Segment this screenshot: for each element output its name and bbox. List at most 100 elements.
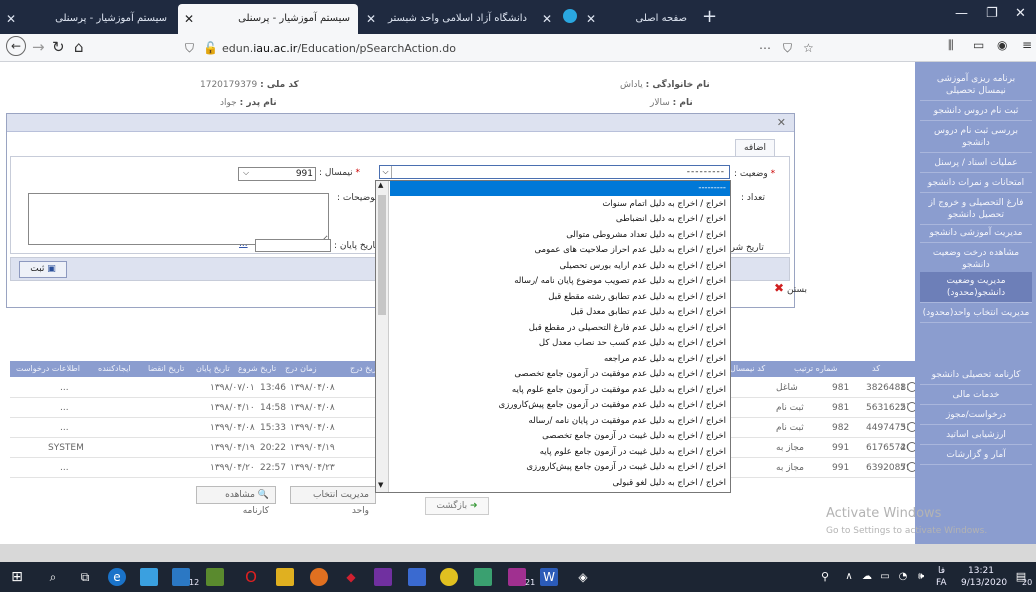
close-tab-icon[interactable]: ✕ — [6, 4, 16, 34]
browser-tab-2[interactable]: ✕ سیستم آموزشیار - پرسنلی — [178, 4, 358, 34]
language-fa[interactable]: فا — [938, 566, 945, 576]
close-tab-icon[interactable]: ✕ — [542, 4, 552, 34]
address-bar[interactable]: ⛉ 🔓 edun.iau.ac.ir/Education/pSearchActi… — [178, 37, 814, 59]
chrome-icon[interactable] — [440, 568, 458, 586]
reload-icon[interactable]: ↻ — [52, 38, 65, 56]
sidebar-item-status-management[interactable]: مدیریت وضعیت دانشجو(محدود) — [920, 272, 1032, 303]
sidebar-item-transcript[interactable]: کارنامه تحصیلی دانشجو — [920, 366, 1032, 385]
close-dialog-button[interactable]: بستن ✖ — [774, 281, 807, 295]
back-arrow-icon[interactable]: ← — [6, 36, 26, 56]
dropdown-option[interactable]: اخراج / اخراج به دلیل عدم احراز صلاحیت ه… — [390, 243, 730, 258]
network-app-icon[interactable] — [172, 568, 190, 586]
network-icon[interactable]: ▭ — [876, 568, 894, 586]
sidebar-item-student-management[interactable]: مدیریت آموزشی دانشجو — [920, 224, 1032, 243]
sidebar-item-course-registration[interactable]: ثبت نام دروس دانشجو — [920, 102, 1032, 121]
dropdown-option[interactable]: اخراج / اخراج به دلیل اتمام سنوات — [390, 197, 730, 212]
people-icon[interactable]: ⚲ — [816, 568, 834, 586]
end-date-input[interactable] — [255, 239, 331, 252]
pocket-icon[interactable]: ⛉ — [783, 41, 792, 56]
opera-icon[interactable]: O — [242, 568, 260, 586]
close-window-icon[interactable]: ✕ — [1015, 6, 1026, 21]
dropdown-option[interactable]: اخراج / اخراج به دلیل عدم تطابق معدل قبل — [390, 305, 730, 320]
sidebar-item-review-registration[interactable]: بررسی ثبت نام دروس دانشجو — [920, 122, 1032, 153]
dropdown-scrollbar[interactable]: ▲ ▼ — [376, 181, 389, 492]
firefox-icon[interactable] — [310, 568, 328, 586]
app-icon[interactable] — [474, 568, 492, 586]
dropdown-option[interactable]: اخراج / اخراج به دلیل عدم موفقیت در پایا… — [390, 414, 730, 429]
close-tab-icon[interactable]: ✕ — [586, 4, 596, 34]
app-icon[interactable] — [408, 568, 426, 586]
dropdown-option[interactable]: اخراج / اخراج به دلیل انضباطی — [390, 212, 730, 227]
insecure-lock-icon[interactable]: 🔓 — [203, 41, 218, 55]
close-icon[interactable]: ✕ — [777, 116, 786, 129]
clock-time[interactable]: 13:21 — [968, 566, 994, 576]
windows-start-icon[interactable]: ⊞ — [8, 568, 26, 586]
end-date-picker[interactable]: ... — [239, 239, 248, 249]
sidebar-item-status-tree[interactable]: مشاهده درخت وضعیت دانشجو — [920, 244, 1032, 275]
semester-select[interactable]: ⌵ 991 — [238, 167, 316, 181]
dropdown-option[interactable]: اخراج / اخراج به دلیل عدم موفقیت در آزمو… — [390, 367, 730, 382]
browser-tab-1[interactable]: ✕ سیستم آموزشیار - پرسنلی — [0, 4, 175, 34]
dropdown-option[interactable]: اخراج / اخراج به دلیل عدم موفقیت در آزمو… — [390, 383, 730, 398]
wifi-icon[interactable]: ◔ — [894, 568, 912, 586]
dropdown-option[interactable]: اخراج / اخراج به دلیل عدم مراجعه — [390, 352, 730, 367]
view-transcript-button[interactable]: 🔍 مشاهده کارنامه — [196, 486, 276, 516]
browser-tab-4[interactable]: ✕ — [540, 4, 560, 34]
language-indicator[interactable]: FA — [936, 578, 947, 588]
forward-arrow-icon[interactable]: → — [32, 38, 45, 56]
dropdown-option[interactable]: اخراج / اخراج به دلیل عدم کسب حد نصاب مع… — [390, 336, 730, 351]
search-icon[interactable]: ⌕ — [44, 568, 62, 586]
dropdown-option[interactable]: اخراج / اخراج به دلیل عدم فارغ التحصیلی … — [390, 321, 730, 336]
browser-tab-5[interactable]: ✕ صفحه اصلی — [580, 4, 695, 34]
close-tab-icon[interactable]: ✕ — [184, 4, 194, 34]
dropdown-option[interactable]: اخراج / اخراج به دلیل عدم تصویب موضوع پا… — [390, 274, 730, 289]
dropdown-option[interactable]: اخراج / اخراج به دلیل غیبت در آزمون جامع… — [390, 445, 730, 460]
more-actions-icon[interactable]: ⋯ — [759, 41, 771, 55]
app-icon[interactable]: ◈ — [574, 568, 592, 586]
status-select[interactable]: ⌵ --------- — [379, 165, 730, 179]
edge-icon[interactable]: e — [108, 568, 126, 586]
cloud-icon[interactable]: ☁ — [858, 568, 876, 586]
app-icon[interactable] — [508, 568, 526, 586]
unit-management-button[interactable]: مدیریت انتخاب واحد — [290, 486, 376, 516]
browser-tab-3[interactable]: ✕ دانشگاه آزاد اسلامی واحد شبستر — [360, 4, 535, 34]
clock-date[interactable]: 9/13/2020 — [961, 578, 1007, 588]
bookmark-star-icon[interactable]: ☆ — [803, 41, 814, 55]
sidebar-item-requests[interactable]: درخواست/مجوز — [920, 406, 1032, 425]
task-view-icon[interactable]: ⧉ — [76, 568, 94, 586]
sidebar-item-documents[interactable]: عملیات اسناد / پرسنل — [920, 154, 1032, 173]
anydesk-icon[interactable]: ◆ — [342, 568, 360, 586]
show-hidden-icons[interactable]: ∧ — [840, 568, 858, 586]
dropdown-option[interactable]: اخراج / اخراج به دلیل غیبت در آزمون جامع… — [390, 460, 730, 475]
sidebar-item-unit-selection[interactable]: مدیریت انتخاب واحد(محدود) — [920, 304, 1032, 323]
new-tab-icon[interactable]: + — [702, 6, 717, 27]
sidebar-item-evaluation[interactable]: ارزشیابی اساتید — [920, 426, 1032, 445]
account-icon[interactable]: ◉ — [997, 38, 1007, 52]
description-textarea[interactable] — [28, 193, 329, 245]
sidebar-item-planning[interactable]: برنامه ریزی آموزشی نیمسال تحصیلی — [920, 70, 1032, 101]
sidebar-item-reports[interactable]: آمار و گزارشات — [920, 446, 1032, 465]
dropdown-option[interactable]: اخراج / اخراج به دلیل غیبت در آزمون جامع… — [390, 429, 730, 444]
tab-add[interactable]: اضافه — [735, 139, 776, 157]
dropdown-option[interactable]: اخراج / اخراج به دلیل عدم تطابق رشته مقط… — [390, 290, 730, 305]
sidebar-item-financial[interactable]: خدمات مالی — [920, 386, 1032, 405]
dropdown-option[interactable]: --------- — [390, 181, 730, 196]
dropdown-option[interactable]: اخراج / اخراج به دلیل عدم موفقیت در آزمو… — [390, 398, 730, 413]
scroll-down-icon[interactable]: ▼ — [378, 481, 383, 489]
dropdown-option[interactable]: اخراج / اخراج به دلیل عدم ارایه بورس تحص… — [390, 259, 730, 274]
app-icon[interactable] — [206, 568, 224, 586]
scroll-up-icon[interactable]: ▲ — [378, 181, 383, 189]
save-button[interactable]: ▣ ثبت — [19, 261, 67, 278]
dropdown-option[interactable]: اخراج / اخراج به دلیل تعداد مشروطی متوال… — [390, 228, 730, 243]
volume-icon[interactable]: 🕪 — [912, 568, 930, 586]
close-tab-icon[interactable]: ✕ — [366, 4, 376, 34]
sidebar-toggle-icon[interactable]: ▭ — [973, 38, 984, 52]
visual-studio-icon[interactable] — [374, 568, 392, 586]
sidebar-item-exams[interactable]: امتحانات و نمرات دانشجو — [920, 174, 1032, 193]
menu-icon[interactable]: ≡ — [1022, 38, 1032, 52]
minimize-icon[interactable]: — — [955, 6, 968, 21]
scrollbar-thumb[interactable] — [378, 195, 386, 315]
word-icon[interactable]: W — [540, 568, 558, 586]
file-explorer-icon[interactable] — [276, 568, 294, 586]
home-icon[interactable]: ⌂ — [74, 38, 84, 56]
